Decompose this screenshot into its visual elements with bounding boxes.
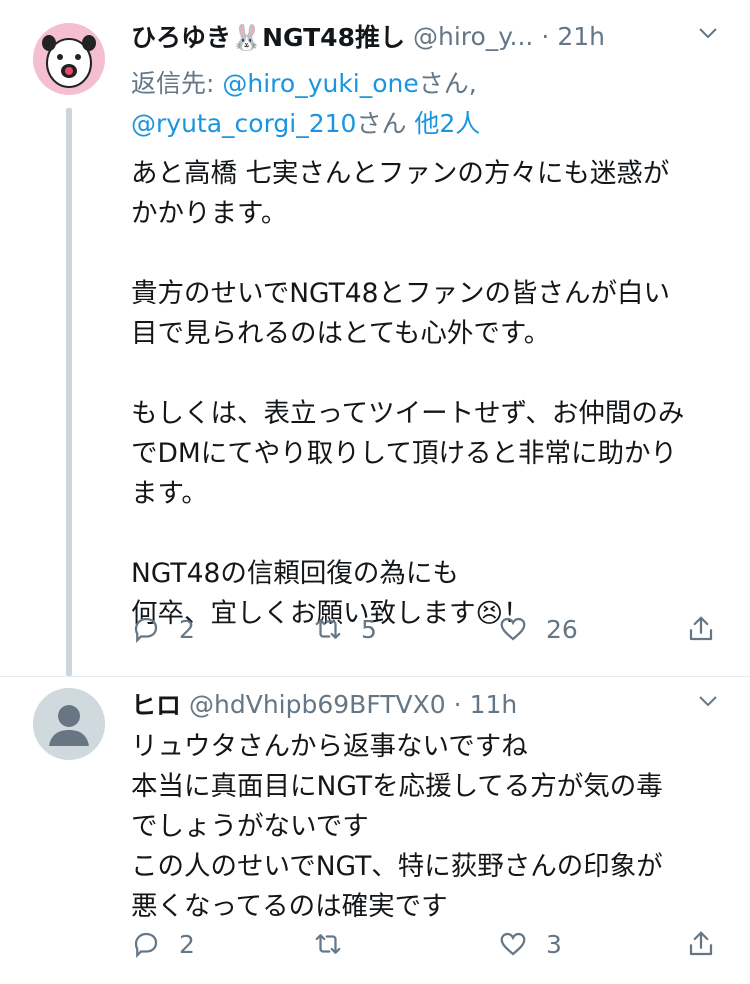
like-count: 3 bbox=[546, 929, 562, 959]
avatar[interactable] bbox=[33, 688, 105, 760]
display-name[interactable]: ひろゆき🐰NGT48推し bbox=[131, 18, 405, 54]
tweet-header: ヒロ @hdVhipb69BFTVX0 · 11h bbox=[131, 686, 720, 722]
avatar[interactable] bbox=[33, 23, 105, 95]
separator: · bbox=[453, 689, 462, 719]
heart-icon bbox=[500, 932, 526, 956]
display-name[interactable]: ヒロ bbox=[131, 686, 181, 722]
like-count: 26 bbox=[546, 614, 578, 644]
reply-context: 返信先: @hiro_yuki_oneさん, @ryuta_corgi_210さ… bbox=[131, 64, 720, 144]
retweet-count: 5 bbox=[361, 614, 377, 644]
chevron-down-icon[interactable] bbox=[696, 21, 720, 51]
tweet-text: リュウタさんから返事ないですね 本当に真面目にNGTを応援してる方が気の毒 でし… bbox=[131, 731, 663, 922]
reply-icon bbox=[134, 617, 158, 643]
reply-user-link[interactable]: @ryuta_corgi_210 bbox=[131, 109, 356, 138]
retweet-icon bbox=[315, 934, 341, 954]
reply-button[interactable]: 2 bbox=[131, 924, 195, 964]
retweet-button[interactable]: 5 bbox=[313, 609, 377, 649]
reply-user-link[interactable]: @hiro_yuki_one bbox=[222, 69, 418, 98]
retweet-icon bbox=[315, 619, 341, 639]
reply-count: 2 bbox=[179, 614, 195, 644]
timestamp[interactable]: 11h bbox=[470, 690, 518, 719]
cartoon-face-avatar-icon bbox=[33, 23, 105, 95]
reply-suffix: さん, bbox=[418, 69, 477, 98]
handle[interactable]: @hiro_y... bbox=[413, 22, 533, 51]
thread-line bbox=[66, 108, 72, 676]
divider bbox=[0, 676, 750, 677]
share-button[interactable] bbox=[686, 924, 716, 964]
tweet-actions: 2 5 26 bbox=[131, 609, 721, 649]
like-button[interactable]: 3 bbox=[498, 924, 562, 964]
tweet-text: あと高橋 七実さんとファンの方々にも迷惑が かかります。 貴方のせいでNGT48… bbox=[131, 158, 685, 629]
share-icon bbox=[689, 931, 713, 956]
chevron-down-icon[interactable] bbox=[696, 689, 720, 719]
like-button[interactable]: 26 bbox=[498, 609, 578, 649]
reply-icon bbox=[134, 932, 158, 958]
heart-icon bbox=[500, 617, 526, 641]
separator: · bbox=[541, 21, 550, 51]
reply-prefix: 返信先: bbox=[131, 69, 223, 98]
reply-others-link[interactable]: 他2人 bbox=[414, 109, 480, 138]
reply-count: 2 bbox=[179, 929, 195, 959]
timestamp[interactable]: 21h bbox=[557, 22, 605, 51]
default-user-avatar-icon bbox=[33, 688, 105, 760]
tweet-header: ひろゆき🐰NGT48推し @hiro_y... · 21h bbox=[131, 18, 720, 54]
retweet-button[interactable] bbox=[313, 924, 361, 964]
reply-suffix: さん bbox=[356, 109, 415, 138]
tweet-actions: 2 3 bbox=[131, 924, 721, 964]
share-button[interactable] bbox=[686, 609, 716, 649]
reply-button[interactable]: 2 bbox=[131, 609, 195, 649]
share-icon bbox=[689, 616, 713, 641]
handle[interactable]: @hdVhipb69BFTVX0 bbox=[189, 690, 446, 719]
